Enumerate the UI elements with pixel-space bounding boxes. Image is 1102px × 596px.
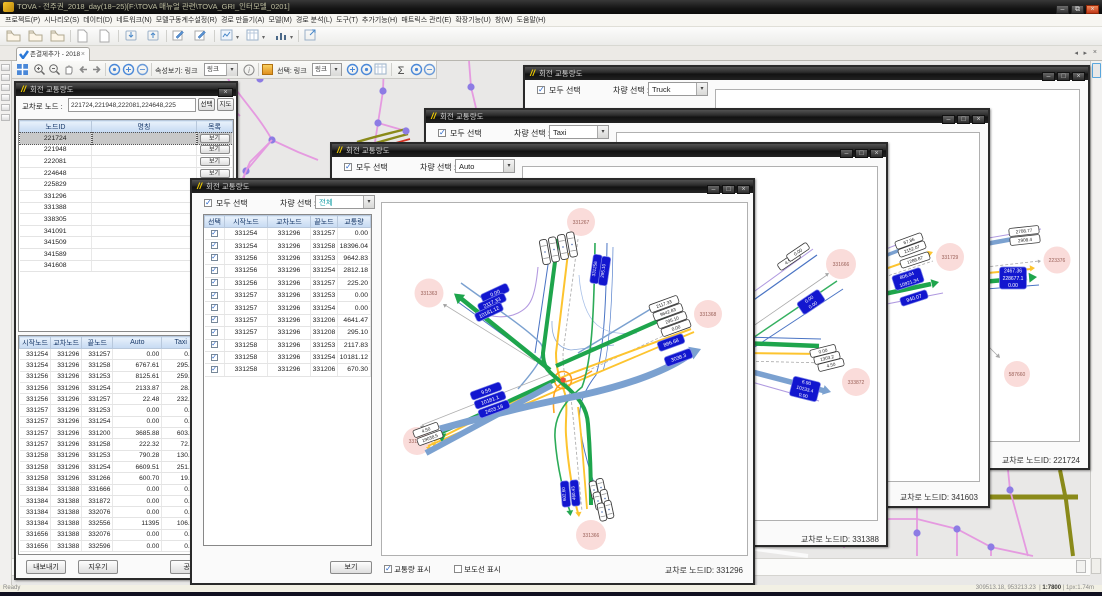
svg-text:0.00: 0.00 <box>1008 283 1018 289</box>
svg-text:223376: 223376 <box>1049 258 1066 264</box>
svg-text:331363: 331363 <box>421 291 438 297</box>
svg-text:333872: 333872 <box>848 380 865 386</box>
svg-text:228677.1: 228677.1 <box>1003 276 1024 282</box>
svg-text:587660: 587660 <box>1009 372 1026 378</box>
svg-text:Σ: Σ <box>398 65 405 76</box>
svg-text:2467.36: 2467.36 <box>1004 268 1022 274</box>
svg-text:i: i <box>248 66 250 75</box>
svg-text:331729: 331729 <box>942 255 959 261</box>
svg-text:331666: 331666 <box>833 262 850 268</box>
svg-text:331368: 331368 <box>700 312 717 318</box>
svg-text:331366: 331366 <box>583 533 600 539</box>
svg-text:331267: 331267 <box>573 220 590 226</box>
